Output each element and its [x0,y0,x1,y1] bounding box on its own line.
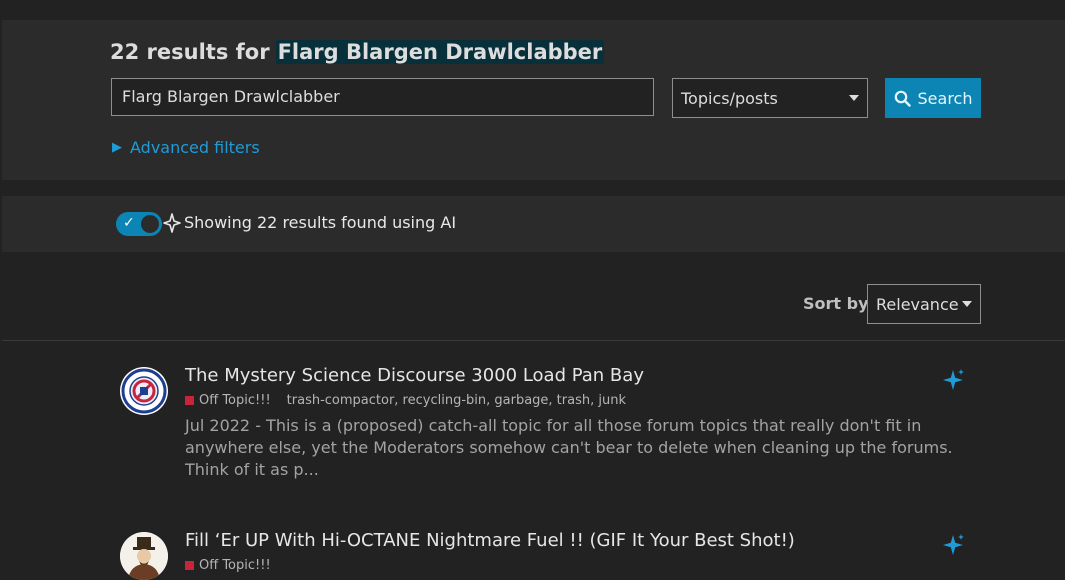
search-type-select[interactable]: Topics/posts [672,78,868,118]
results-search-term: Flarg Blargen Drawlclabber [275,40,605,64]
result-title-link[interactable]: The Mystery Science Discourse 3000 Load … [185,365,644,386]
chevron-down-icon [849,95,859,101]
search-icon [894,90,911,107]
advanced-filters-label: Advanced filters [130,138,260,157]
avatar[interactable] [120,367,168,415]
category-color-swatch [185,561,194,570]
checkmark-icon: ✓ [123,215,135,231]
ai-sparkle-icon [943,534,964,555]
result-meta: Off Topic!!! trash-compactor, recycling-… [185,393,626,408]
search-button-label: Search [917,88,973,108]
chevron-down-icon [962,301,972,307]
divider [2,340,1065,341]
sparkle-icon [163,213,181,233]
ai-results-toggle[interactable]: ✓ [116,212,162,236]
search-type-value: Topics/posts [681,88,778,108]
ai-sparkle-icon [943,369,964,390]
category-color-swatch [185,396,194,405]
result-title-link[interactable]: Fill ‘Er UP With Hi-OCTANE Nightmare Fue… [185,530,795,551]
disclosure-triangle-icon: ▶ [112,140,122,155]
category-link[interactable]: Off Topic!!! [199,393,271,408]
search-input[interactable]: Flarg Blargen Drawlclabber [111,78,654,116]
advanced-filters-toggle[interactable]: ▶ Advanced filters [112,138,260,157]
results-count-text: 22 results for [110,40,270,64]
avatar[interactable] [120,532,168,580]
ai-results-message: Showing 22 results found using AI [184,213,457,232]
toggle-knob [141,215,159,233]
results-heading: 22 results for Flarg Blargen Drawlclabbe… [110,33,605,71]
search-button[interactable]: Search [885,78,981,118]
result-blurb: Jul 2022 - This is a (proposed) catch-al… [185,416,953,479]
logo-seal-icon [121,368,167,414]
sort-label: Sort by [803,294,869,313]
tags-list[interactable]: trash-compactor, recycling-bin, garbage,… [287,393,626,408]
sort-select[interactable]: Relevance [867,284,981,324]
sort-value: Relevance [876,294,959,314]
user-portrait-icon [120,532,168,580]
